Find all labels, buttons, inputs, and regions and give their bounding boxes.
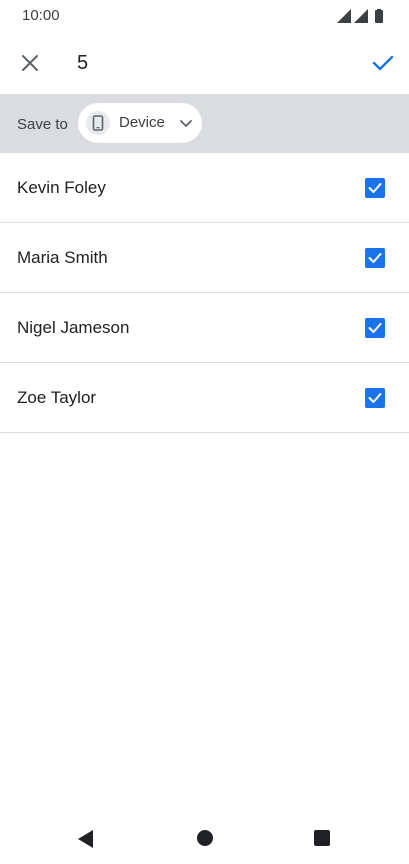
check-icon [368, 393, 382, 403]
save-location-chip[interactable]: Device [78, 103, 202, 143]
status-icons [337, 9, 383, 23]
contact-row[interactable]: Maria Smith [0, 223, 409, 293]
back-icon[interactable] [78, 830, 94, 848]
contact-row[interactable]: Kevin Foley [0, 153, 409, 223]
close-icon [22, 55, 38, 71]
close-button[interactable] [14, 47, 46, 79]
chevron-down-icon [180, 120, 192, 127]
contact-name: Nigel Jameson [17, 318, 130, 337]
contact-checkbox[interactable] [365, 388, 385, 408]
battery-icon [375, 10, 383, 23]
check-icon [368, 253, 382, 263]
app-bar: 5 [0, 32, 409, 94]
check-icon [372, 55, 394, 71]
recents-icon[interactable] [314, 830, 330, 846]
check-icon [368, 323, 382, 333]
contact-checkbox[interactable] [365, 178, 385, 198]
done-button[interactable] [367, 47, 399, 79]
check-icon [368, 183, 382, 193]
contact-name: Kevin Foley [17, 178, 106, 197]
signal-icon [337, 9, 351, 23]
status-time: 10:00 [22, 7, 60, 24]
save-to-bar: Save to Device [0, 94, 409, 153]
status-bar: 10:00 [0, 0, 409, 32]
phone-icon [92, 115, 104, 131]
selected-count-title: 5 [77, 52, 89, 74]
contact-row[interactable]: Nigel Jameson [0, 293, 409, 363]
chip-icon-container [86, 111, 110, 135]
contact-name: Maria Smith [17, 248, 108, 267]
contact-checkbox[interactable] [365, 248, 385, 268]
contact-row[interactable]: Zoe Taylor [0, 363, 409, 433]
navigation-bar [0, 812, 409, 864]
contact-name: Zoe Taylor [17, 388, 97, 407]
save-to-label: Save to [17, 116, 68, 133]
home-icon[interactable] [197, 830, 213, 846]
contact-checkbox[interactable] [365, 318, 385, 338]
signal-icon [354, 9, 368, 23]
chip-label: Device [119, 114, 165, 131]
contact-list: Kevin Foley Maria Smith Nigel Jameson Zo… [0, 153, 409, 433]
